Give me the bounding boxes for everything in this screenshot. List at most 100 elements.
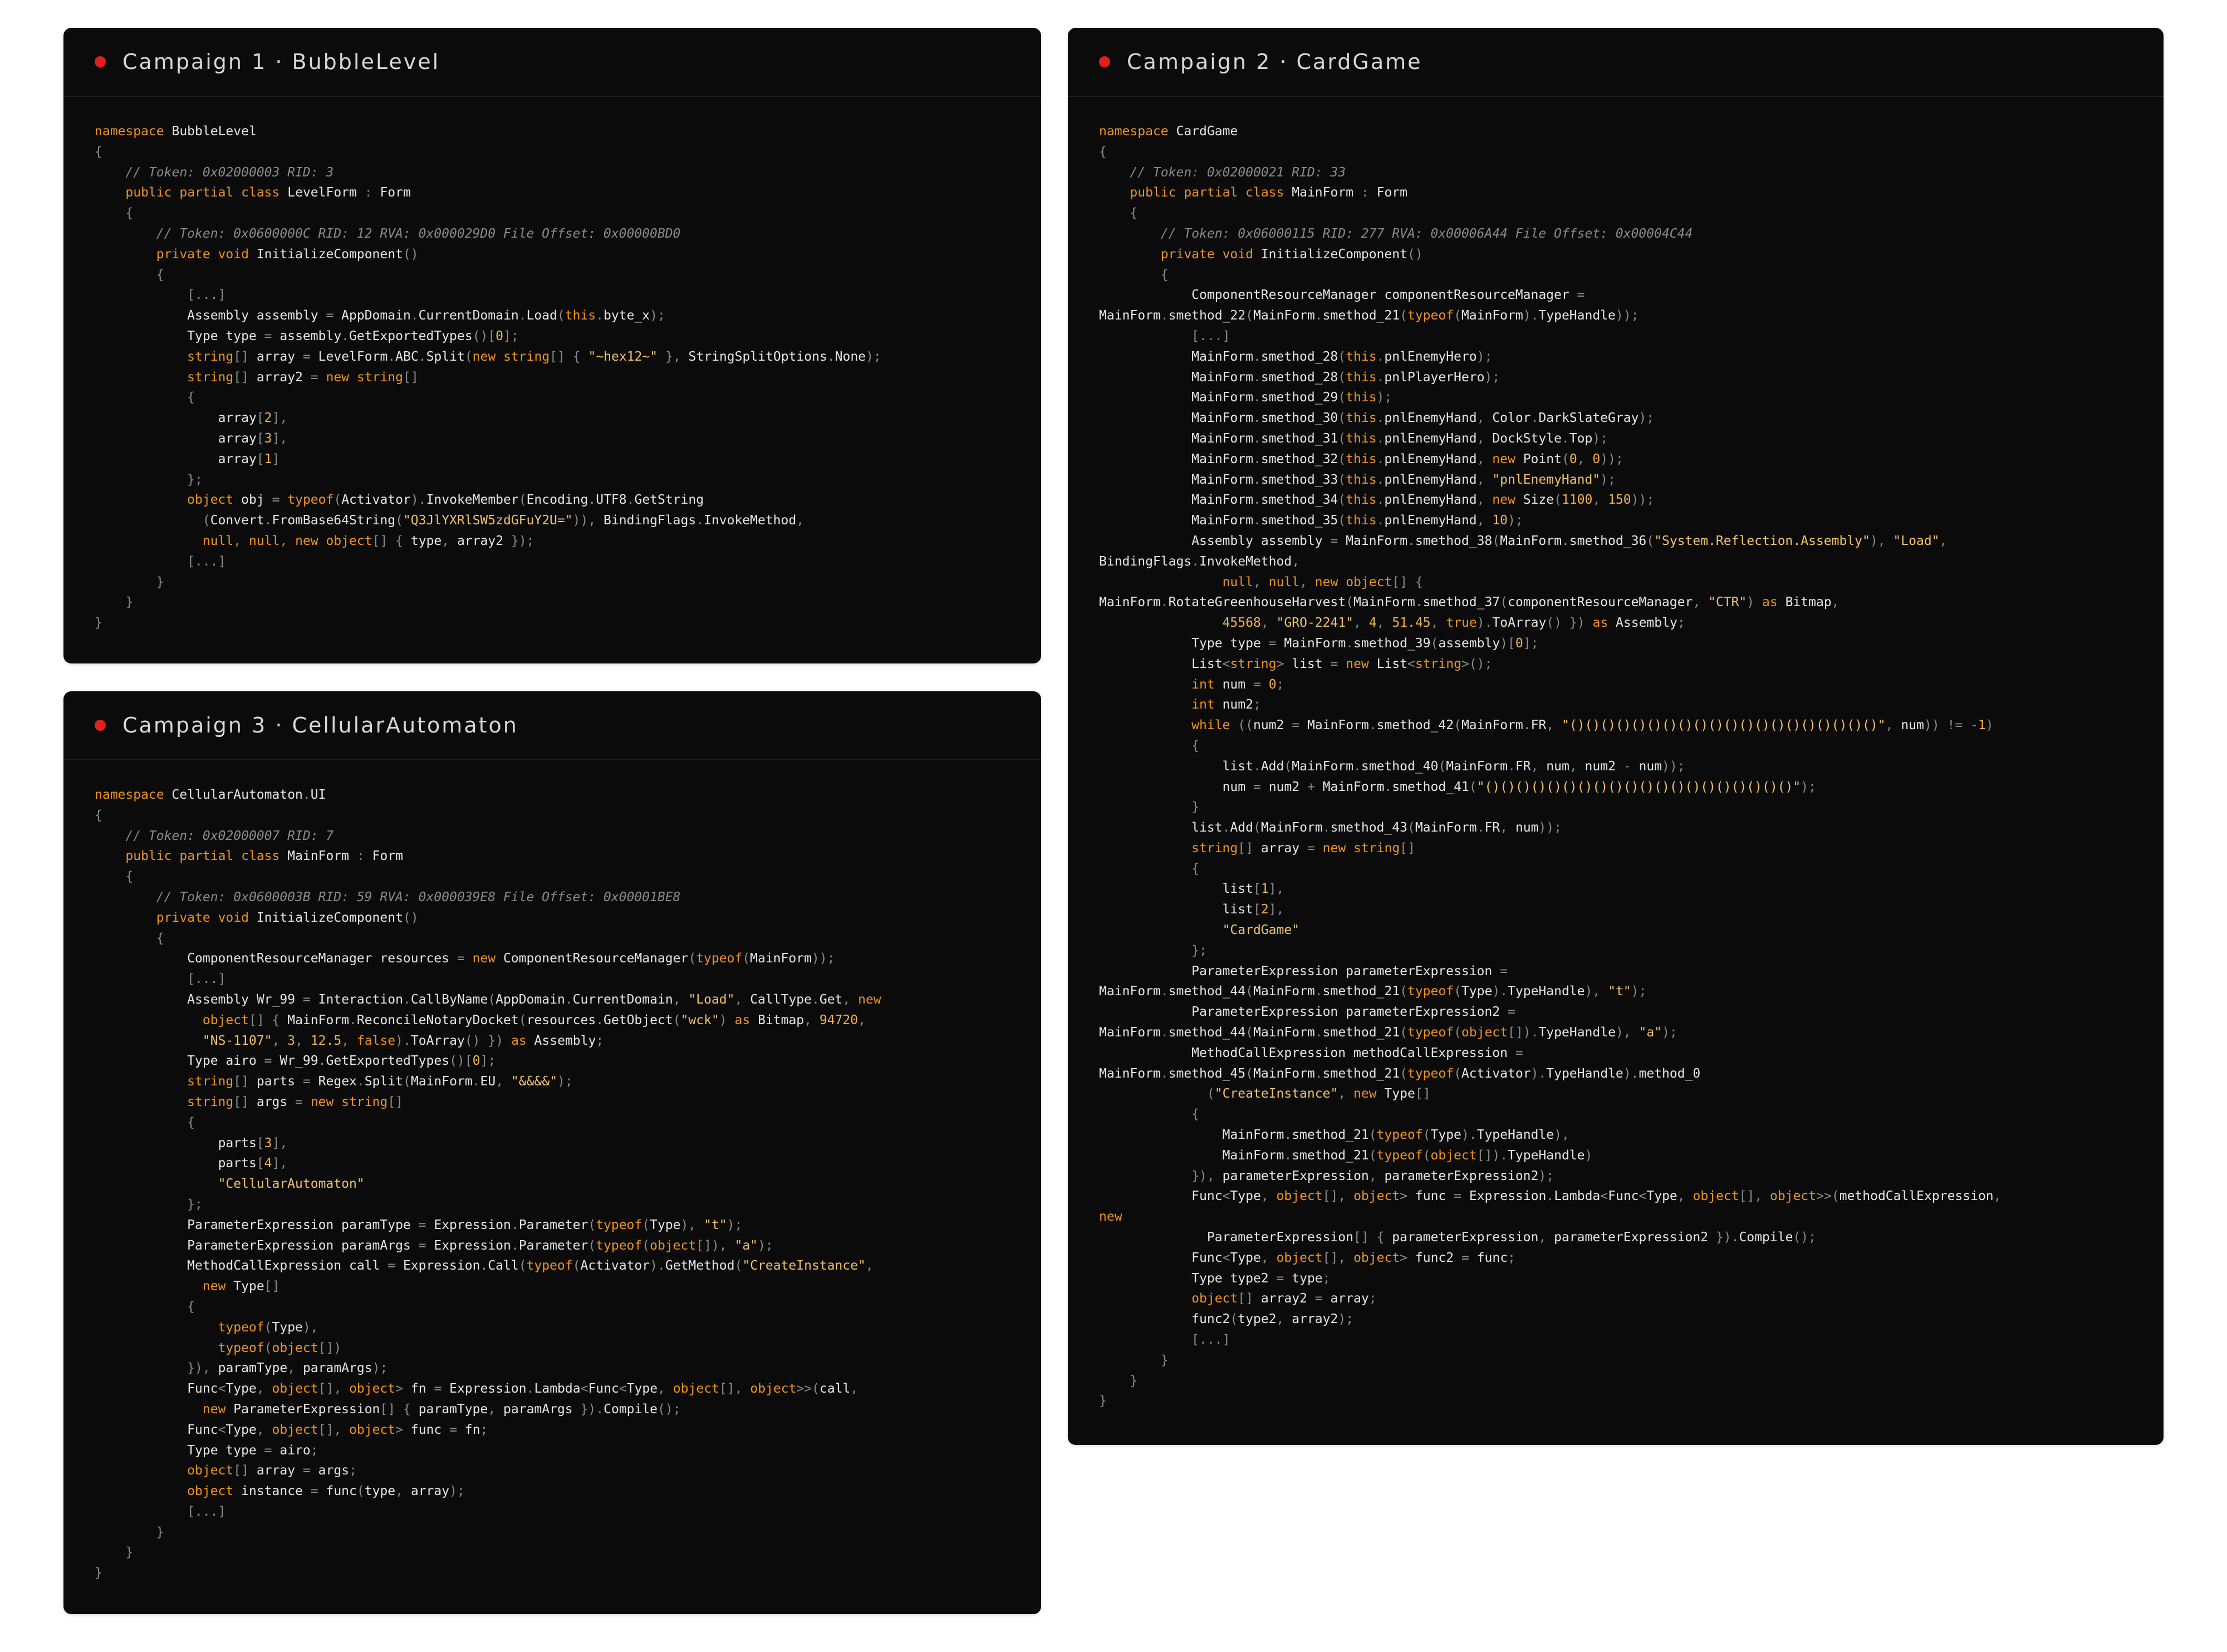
code-line: [...] [187, 1504, 226, 1519]
code-line: public partial class LevelForm : Form [125, 185, 411, 200]
code-line: num = num2 + MainForm.smethod_41("()()()… [1222, 779, 1816, 794]
code-line: }; [187, 1197, 203, 1212]
code-line: array[1] [218, 451, 280, 466]
code-line: ParameterExpression paramArgs = Expressi… [187, 1238, 773, 1253]
code-line: null, null, new object[] { [1222, 574, 1423, 589]
code-line: public partial class MainForm : Form [1130, 185, 1407, 200]
code-line: while ((num2 = MainForm.smethod_42(MainF… [1191, 718, 1994, 733]
code-line: }; [1191, 943, 1207, 958]
code-line: string[] array2 = new string[] [187, 370, 419, 385]
code-line: } [1099, 1394, 1107, 1409]
code-line: public partial class MainForm : Form [125, 849, 403, 864]
code-line: [...] [187, 288, 226, 303]
code-line: MainForm.smethod_30(this.pnlEnemyHand, C… [1191, 411, 1655, 426]
code-line: ParameterExpression[] { parameterExpress… [1206, 1230, 1817, 1245]
code-line: MainForm.smethod_21(typeof(object[]).Typ… [1222, 1148, 1593, 1163]
status-dot-icon [1099, 56, 1110, 67]
code-line: namespace BubbleLevel [95, 124, 257, 139]
code-line: // Token: 0x02000021 RID: 33 [1130, 165, 1346, 180]
code-line: MainForm.smethod_29(this); [1191, 390, 1392, 405]
code-line: MainForm.smethod_33(this.pnlEnemyHand, "… [1191, 472, 1616, 487]
code-line: BindingFlags.InvokeMethod, [1099, 554, 1300, 569]
code-line: ParameterExpression parameterExpression2… [1191, 1005, 1515, 1020]
code-line: MainForm.smethod_32(this.pnlEnemyHand, n… [1191, 451, 1623, 466]
code-line: MainForm.RotateGreenhouseHarvest(MainFor… [1099, 595, 1840, 610]
code-line: MainForm.smethod_44(MainForm.smethod_21(… [1099, 1025, 1677, 1040]
code-line: { [125, 206, 134, 221]
code-line: { [1099, 144, 1107, 159]
code-line: { [95, 144, 102, 159]
code-line: { [1130, 206, 1138, 221]
code-line: list[1], [1222, 882, 1284, 897]
code-line: "NS-1107", 3, 12.5, false).ToArray() }) … [202, 1033, 604, 1048]
code-block: namespace CellularAutomaton.UI { // Token… [63, 760, 1041, 1584]
code-line: { [156, 267, 164, 282]
code-line: "CardGame" [1222, 923, 1300, 938]
code-line: } [95, 616, 102, 631]
code-line: }; [187, 472, 203, 487]
code-line: [...] [1191, 1333, 1230, 1348]
panel-title: Campaign 1 · BubbleLevel [122, 50, 440, 74]
code-line: MainForm.smethod_34(this.pnlEnemyHand, n… [1191, 493, 1655, 508]
code-line: // Token: 0x0600003B RID: 59 RVA: 0x0000… [156, 889, 681, 904]
code-line: // Token: 0x02000003 RID: 3 [125, 165, 334, 180]
panel-title: Campaign 3 · CellularAutomaton [122, 713, 518, 738]
code-line: parts[3], [218, 1135, 288, 1150]
code-line: string[] parts = Regex.Split(MainForm.EU… [187, 1074, 573, 1089]
code-line: { [1191, 1107, 1200, 1122]
code-line: list.Add(MainForm.smethod_43(MainForm.FR… [1191, 820, 1562, 835]
code-line: list.Add(MainForm.smethod_40(MainForm.FR… [1222, 759, 1685, 774]
code-line: typeof(object[]) [218, 1340, 342, 1355]
code-line: string[] array = LevelForm.ABC.Split(new… [187, 349, 881, 364]
code-line: ParameterExpression parameterExpression … [1191, 963, 1508, 979]
code-line: Type type = airo; [187, 1443, 318, 1458]
code-line: new [1099, 1210, 1122, 1225]
code-line: } [125, 595, 134, 610]
code-line: { [187, 1115, 195, 1130]
code-line: { [1191, 738, 1200, 753]
code-line: { [187, 390, 195, 405]
code-line: Assembly Wr_99 = Interaction.CallByName(… [187, 992, 881, 1007]
code-line: int num = 0; [1191, 677, 1284, 692]
code-line: Func<Type, object[], object> func2 = fun… [1191, 1250, 1515, 1265]
panel-header: Campaign 1 · BubbleLevel [63, 28, 1041, 97]
code-line: private void InitializeComponent() [156, 910, 419, 925]
status-dot-icon [95, 56, 106, 67]
code-line: MainForm.smethod_35(this.pnlEnemyHand, 1… [1191, 513, 1523, 528]
code-line: MethodCallExpression call = Expression.C… [187, 1258, 874, 1274]
code-line: { [1191, 861, 1200, 876]
status-dot-icon [95, 720, 106, 731]
code-line: object[] array = args; [187, 1463, 357, 1478]
code-line: { [156, 931, 164, 946]
code-panel-campaign-1: Campaign 1 · BubbleLevel namespace Bubbl… [63, 28, 1041, 663]
code-line: Func<Type, object[], object> func = Expr… [1191, 1189, 2002, 1204]
code-line: // Token: 0x06000115 RID: 277 RVA: 0x000… [1160, 226, 1693, 241]
code-line: MainForm.smethod_28(this.pnlPlayerHero); [1191, 370, 1500, 385]
code-line: [...] [1191, 328, 1230, 343]
code-line: } [125, 1545, 134, 1560]
code-line: array[2], [218, 411, 288, 426]
code-line: Assembly assembly = MainForm.smethod_38(… [1191, 533, 1948, 548]
code-line: // Token: 0x0600000C RID: 12 RVA: 0x0000… [156, 226, 681, 241]
code-line: }), parameterExpression, parameterExpres… [1191, 1168, 1554, 1183]
code-line: string[] array = new string[] [1191, 840, 1415, 856]
code-line: Func<Type, object[], object> func = fn; [187, 1422, 488, 1437]
code-line: new Type[] [202, 1279, 280, 1294]
panel-title: Campaign 2 · CardGame [1127, 50, 1422, 74]
code-line: Type airo = Wr_99.GetExportedTypes()[0]; [187, 1054, 496, 1069]
code-line: int num2; [1191, 697, 1261, 712]
code-line: MainForm.smethod_45(MainForm.smethod_21(… [1099, 1066, 1701, 1081]
panel-header: Campaign 2 · CardGame [1068, 28, 2164, 97]
code-line: new ParameterExpression[] { paramType, p… [202, 1402, 681, 1417]
code-line: Func<Type, object[], object> fn = Expres… [187, 1381, 859, 1397]
code-line: typeof(Type), [218, 1320, 318, 1335]
code-line: List<string> list = new List<string>(); [1191, 656, 1493, 671]
code-line: func2(type2, array2); [1191, 1312, 1354, 1327]
code-panel-campaign-2: Campaign 2 · CardGame namespace CardGame… [1068, 28, 2164, 1445]
code-line: // Token: 0x02000007 RID: 7 [125, 828, 334, 843]
code-line: ComponentResourceManager resources = new… [187, 951, 835, 966]
code-panel-campaign-3: Campaign 3 · CellularAutomaton namespace… [63, 691, 1041, 1614]
code-line: MainForm.smethod_21(typeof(Type).TypeHan… [1222, 1128, 1569, 1143]
code-line: { [95, 808, 102, 823]
code-line: object instance = func(type, array); [187, 1484, 465, 1499]
